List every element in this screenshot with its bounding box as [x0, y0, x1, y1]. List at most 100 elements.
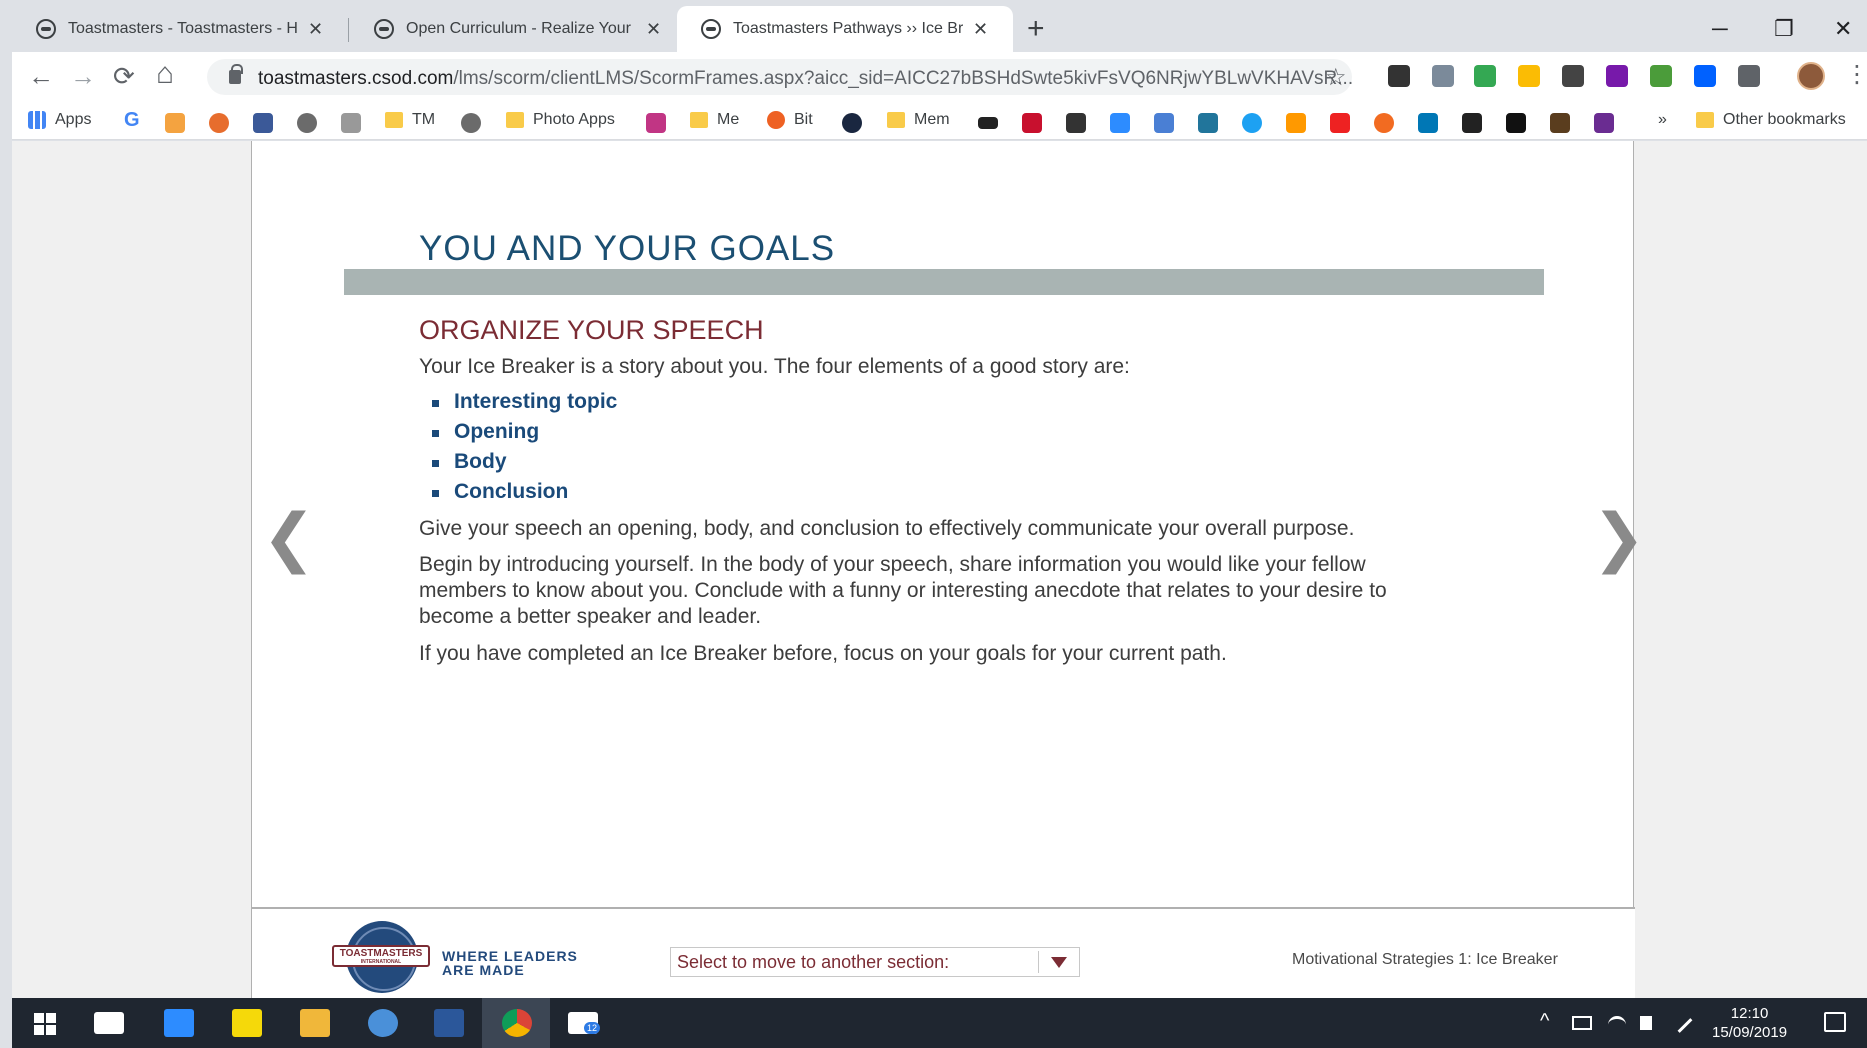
- zoom-app-icon[interactable]: [164, 1009, 194, 1037]
- taskbar-clock[interactable]: 12:10 15/09/2019: [1712, 1004, 1787, 1042]
- zoom-bookmark-icon[interactable]: [1110, 113, 1130, 133]
- chrome-menu-icon[interactable]: ⋮: [1845, 60, 1867, 89]
- url-host: toastmasters.csod.com: [258, 68, 454, 89]
- tab-open-curriculum[interactable]: Open Curriculum - Realize Your F ✕: [350, 6, 675, 52]
- restore-button[interactable]: ❐: [1774, 16, 1794, 42]
- tray-chevron-icon[interactable]: ^: [1540, 1010, 1549, 1033]
- screenshot-extension-icon[interactable]: [1432, 65, 1454, 87]
- bookmark-label: Me: [717, 111, 740, 128]
- tab-close-icon[interactable]: ✕: [308, 19, 323, 40]
- bookmark-folder-mem[interactable]: Mem: [887, 111, 950, 129]
- clock-time: 12:10: [1730, 1005, 1769, 1022]
- tab-separator: [348, 18, 349, 42]
- google-drive-icon[interactable]: [1518, 65, 1540, 87]
- download-extension-icon[interactable]: [1474, 65, 1496, 87]
- extension-icon[interactable]: [1562, 65, 1584, 87]
- bookmark-folder-me[interactable]: Me: [690, 111, 739, 129]
- compass-bookmark-icon[interactable]: [842, 113, 862, 133]
- x-bookmark-icon[interactable]: [1462, 113, 1482, 133]
- title-divider-bar: [344, 269, 1544, 295]
- outlook-app-icon[interactable]: [368, 1009, 398, 1037]
- apps-grid-icon: [28, 111, 46, 129]
- intro-text: Your Ice Breaker is a story about you. T…: [419, 355, 1130, 378]
- tab-close-icon[interactable]: ✕: [646, 19, 661, 40]
- home-button[interactable]: ⌂: [156, 59, 174, 89]
- dropbox-icon[interactable]: [1694, 65, 1716, 87]
- folder-icon: [690, 112, 708, 128]
- lightning-bookmark-icon[interactable]: [1506, 113, 1526, 133]
- tab-close-icon[interactable]: ✕: [973, 19, 988, 40]
- bookmark-folder-photo-apps[interactable]: Photo Apps: [506, 111, 615, 129]
- bitly-icon: [767, 111, 785, 129]
- bookmark-icon[interactable]: [1066, 113, 1086, 133]
- bookmark-apps[interactable]: Apps: [28, 111, 91, 129]
- briefcase-bookmark-icon[interactable]: [1550, 113, 1570, 133]
- bookmark-bit[interactable]: Bit: [767, 111, 813, 129]
- new-tab-button[interactable]: +: [1027, 14, 1045, 44]
- bookmark-label: Bit: [794, 111, 813, 128]
- story-elements-list: Interesting topic Opening Body Conclusio…: [432, 387, 617, 507]
- e-bookmark-icon[interactable]: [1374, 113, 1394, 133]
- m-bookmark-icon[interactable]: [1330, 113, 1350, 133]
- paragraph-completed: If you have completed an Ice Breaker bef…: [419, 642, 1227, 665]
- instagram-icon[interactable]: [646, 113, 666, 133]
- toastmasters-bookmark-icon[interactable]: [461, 113, 481, 133]
- tab-pathways-ice-breaker[interactable]: Toastmasters Pathways ›› Ice Brea ✕: [677, 6, 1013, 52]
- back-button[interactable]: ←: [28, 62, 54, 90]
- pen-icon[interactable]: [1677, 1018, 1693, 1033]
- mail-badge-icon[interactable]: 12: [568, 1012, 601, 1034]
- file-explorer-icon[interactable]: [300, 1009, 330, 1037]
- chevron-down-icon: [1051, 957, 1067, 968]
- wifi-icon[interactable]: [1608, 1016, 1626, 1034]
- sticky-notes-icon[interactable]: [232, 1009, 262, 1037]
- volume-icon[interactable]: [1640, 1016, 1652, 1030]
- google-icon: G: [124, 109, 140, 131]
- lesson-frame: YOU AND YOUR GOALS ORGANIZE YOUR SPEECH …: [251, 141, 1646, 998]
- battery-icon[interactable]: [1572, 1016, 1592, 1030]
- wordpress-icon[interactable]: [1198, 113, 1218, 133]
- list-item: Interesting topic: [432, 387, 617, 417]
- evernote-icon[interactable]: [1650, 65, 1672, 87]
- url-text[interactable]: toastmasters.csod.com/lms/scorm/clientLM…: [258, 68, 1353, 90]
- word-app-icon[interactable]: [434, 1009, 464, 1037]
- onenote-icon[interactable]: [1606, 65, 1628, 87]
- bookmarks-overflow-button[interactable]: »: [1658, 111, 1667, 129]
- mail-badge-count: 12: [584, 1022, 601, 1034]
- windows-start-icon[interactable]: [34, 1013, 56, 1035]
- reload-button[interactable]: ⟳: [113, 62, 135, 90]
- buffer-extension-icon[interactable]: [1388, 65, 1410, 87]
- previous-page-arrow-icon[interactable]: ❮: [262, 506, 316, 570]
- bookmark-folder-tm[interactable]: TM: [385, 111, 435, 129]
- folder-icon: [385, 112, 403, 128]
- mail-app-icon[interactable]: [94, 1012, 124, 1034]
- forward-button[interactable]: →: [70, 62, 96, 90]
- de-icon[interactable]: [1022, 113, 1042, 133]
- camera-extension-icon[interactable]: [1738, 65, 1760, 87]
- linkedin-icon[interactable]: [1418, 113, 1438, 133]
- bookmark-mail-icon[interactable]: [165, 113, 185, 133]
- minimize-button[interactable]: ─: [1712, 16, 1728, 42]
- bbc-icon[interactable]: [978, 117, 998, 129]
- course-title: Motivational Strategies 1: Ice Breaker: [1292, 951, 1558, 968]
- notification-center-icon[interactable]: [1824, 1012, 1846, 1032]
- chrome-app-icon[interactable]: [502, 1009, 532, 1037]
- close-window-button[interactable]: ✕: [1834, 16, 1852, 42]
- amazon-icon[interactable]: [1286, 113, 1306, 133]
- hand-bookmark-icon[interactable]: [341, 113, 361, 133]
- next-page-arrow-icon[interactable]: ❯: [1592, 506, 1646, 570]
- twitter-icon[interactable]: [1242, 113, 1262, 133]
- t-bookmark-icon[interactable]: [1594, 113, 1614, 133]
- section-select-dropdown[interactable]: Select to move to another section:: [670, 947, 1080, 977]
- address-bar[interactable]: toastmasters.csod.com/lms/scorm/clientLM…: [207, 59, 1353, 95]
- toastmasters-bookmark-icon[interactable]: [297, 113, 317, 133]
- profile-avatar[interactable]: [1797, 62, 1825, 90]
- select-divider: [1038, 951, 1039, 973]
- facebook-icon[interactable]: [253, 113, 273, 133]
- tab-toastmasters-home[interactable]: Toastmasters - Toastmasters - Ha ✕: [12, 6, 337, 52]
- clock-date: 15/09/2019: [1712, 1024, 1788, 1041]
- calendar-bookmark-icon[interactable]: [1154, 113, 1174, 133]
- bookmark-star-icon[interactable]: ☆: [1325, 63, 1347, 92]
- bookmark-folder-other[interactable]: Other bookmarks: [1696, 111, 1846, 129]
- bookmark-duckduckgo-icon[interactable]: [209, 113, 229, 133]
- bookmark-google[interactable]: G: [124, 109, 140, 132]
